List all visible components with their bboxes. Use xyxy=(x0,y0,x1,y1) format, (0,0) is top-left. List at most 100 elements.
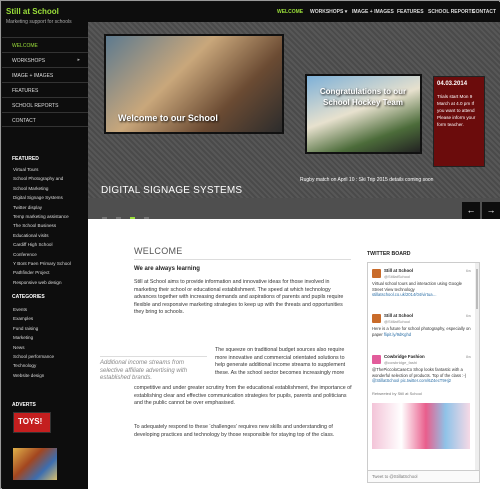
budget-paragraph-continued: competitive and under greater scrutiny f… xyxy=(134,385,352,407)
tweet-author[interactable]: Cowbridge Fashion xyxy=(384,354,425,359)
toys-advert[interactable]: TOYS! xyxy=(13,412,51,433)
featured-link[interactable]: Educational visits xyxy=(13,231,88,240)
tweet-text: Virtual school tours and interaction usi… xyxy=(372,281,474,298)
twitter-avatar-icon xyxy=(372,269,381,278)
nav-school-reports[interactable]: SCHOOL REPORTS xyxy=(428,9,475,15)
site-title[interactable]: Still at School xyxy=(6,7,59,16)
sidebar-menu: WELCOME WORKSHOPS ▸ IMAGE + IMAGES FEATUR… xyxy=(2,37,88,127)
tweet-body: @ThePiccoloCaseCo Shop looks fantastic w… xyxy=(372,367,467,378)
top-navigation: WELCOME WORKSHOPS ▾ IMAGE + IMAGES FEATU… xyxy=(88,2,500,22)
tweet-text: Here is a future for school photography,… xyxy=(372,326,474,337)
lego-advert-image[interactable] xyxy=(13,448,57,480)
featured-section: FEATURED Virtual Tours School Photograph… xyxy=(2,152,88,287)
featured-link[interactable]: Cardiff High School xyxy=(13,240,88,249)
featured-heading: FEATURED xyxy=(12,156,39,162)
category-link[interactable]: Technology xyxy=(13,361,88,370)
sidebar-item-contact[interactable]: CONTACT xyxy=(2,112,88,127)
tweet-author[interactable]: Still at School xyxy=(384,313,413,318)
sidebar-item-welcome[interactable]: WELCOME xyxy=(2,37,88,52)
slide-title: DIGITAL SIGNAGE SYSTEMS xyxy=(101,185,243,196)
tweet-time: 8w xyxy=(465,354,471,359)
welcome-heading: WELCOME xyxy=(134,246,183,256)
tweet-link[interactable]: stillatschool.co.uk/2014/04/virtua… xyxy=(372,292,437,297)
tweet-text: @ThePiccoloCaseCo Shop looks fantastic w… xyxy=(372,367,474,384)
featured-link[interactable]: School Marketing xyxy=(13,184,88,193)
categories-section: CATEGORIES Events Examples Fund raising … xyxy=(2,290,88,380)
tweet-body: Virtual school tours and interaction usi… xyxy=(372,281,463,292)
categories-links: Events Examples Fund raising Marketing N… xyxy=(2,305,88,380)
categories-heading: CATEGORIES xyxy=(12,294,45,300)
sidebar-item-images[interactable]: IMAGE + IMAGES xyxy=(2,67,88,82)
tweet-time: 6w xyxy=(465,313,471,318)
chevron-right-icon: ▸ xyxy=(77,57,80,63)
featured-link[interactable]: Virtual Tours xyxy=(13,165,88,174)
sidebar-item-label: WELCOME xyxy=(12,43,38,49)
tweet-time: 6w xyxy=(465,268,471,273)
tweet-image[interactable] xyxy=(372,403,470,449)
twitter-board-heading: TWITTER BOARD xyxy=(367,251,411,257)
nav-contact[interactable]: CONTACT xyxy=(472,9,496,15)
nav-images[interactable]: IMAGE + IMAGES xyxy=(352,9,394,15)
featured-link[interactable]: Responsive web design xyxy=(13,278,88,287)
nav-features[interactable]: FEATURES xyxy=(397,9,424,15)
sidebar-item-features[interactable]: FEATURES xyxy=(2,82,88,97)
trials-notice: 04.03.2014 Trials start Mon 9 March at 4… xyxy=(433,76,485,167)
sidebar-item-label: IMAGE + IMAGES xyxy=(12,73,54,79)
divider xyxy=(134,259,351,260)
challenges-paragraph: To adequately respond to these ‘challeng… xyxy=(134,424,335,438)
pull-quote: Additional income streams from selective… xyxy=(100,356,207,383)
featured-link[interactable]: Twitter display xyxy=(13,203,88,212)
featured-link[interactable]: Y Bont Faen Primary School xyxy=(13,259,88,268)
featured-link[interactable]: Pathfinder Project xyxy=(13,268,88,277)
notice-date: 04.03.2014 xyxy=(437,81,468,87)
category-link[interactable]: Events xyxy=(13,305,88,314)
image-slider: Welcome to our School Congratulations to… xyxy=(88,22,500,219)
intro-paragraph: Still at School aims to provide informat… xyxy=(134,279,344,316)
hockey-banner-text: Congratulations to our School Hockey Tea… xyxy=(319,87,407,107)
retweet-label: Retweeted by Still at School xyxy=(372,391,422,396)
sidebar-item-label: SCHOOL REPORTS xyxy=(12,103,59,109)
sidebar-item-workshops[interactable]: WORKSHOPS ▸ xyxy=(2,52,88,67)
category-link[interactable]: Examples xyxy=(13,314,88,323)
category-link[interactable]: Marketing xyxy=(13,333,88,342)
adverts-heading: ADVERTS xyxy=(12,402,36,408)
featured-link[interactable]: School Photography and xyxy=(13,174,88,183)
toys-advert-label: TOYS! xyxy=(18,417,43,426)
notice-body: Trials start Mon 9 March at 4.0 pm If yo… xyxy=(437,94,476,127)
twitter-feed[interactable]: Still at School @StillatSchool 6w Virtua… xyxy=(367,262,480,483)
tweet-input[interactable]: Tweet to @StillatSchool xyxy=(368,470,479,482)
learning-subheading: We are always learning xyxy=(134,266,200,272)
tweet-link[interactable]: flipit.ly/9dKghd xyxy=(384,332,411,337)
slider-pagination xyxy=(102,209,158,219)
category-link[interactable]: School performance xyxy=(13,352,88,361)
page-frame: Still at School Marketing support for sc… xyxy=(0,0,500,489)
featured-link[interactable]: Digital Signage Systems xyxy=(13,193,88,202)
category-link[interactable]: Website design xyxy=(13,371,88,380)
tweet-handle[interactable]: @StillatSchool xyxy=(384,319,410,324)
welcome-banner-text: Welcome to our School xyxy=(118,113,218,123)
main-content: WELCOME We are always learning Still at … xyxy=(88,219,500,489)
featured-link[interactable]: The School Business xyxy=(13,221,88,230)
featured-links: Virtual Tours School Photography and Sch… xyxy=(2,165,88,287)
tweet-author[interactable]: Still at School xyxy=(384,268,413,273)
sidebar-item-label: FEATURES xyxy=(12,88,39,94)
slider-prev-button[interactable]: ← xyxy=(462,202,480,219)
nav-workshops[interactable]: WORKSHOPS ▾ xyxy=(310,9,347,15)
category-link[interactable]: News xyxy=(13,343,88,352)
category-link[interactable]: Fund raising xyxy=(13,324,88,333)
featured-link[interactable]: Temp marketing assistance xyxy=(13,212,88,221)
twitter-scrollbar[interactable] xyxy=(475,263,479,471)
tweet-link[interactable]: @StillatSchool pic.twitter.com/6Z4ecT9Hj… xyxy=(372,378,451,383)
site-tagline: Marketing support for schools xyxy=(6,19,72,25)
sidebar-item-label: WORKSHOPS xyxy=(12,58,46,64)
sidebar-item-label: CONTACT xyxy=(12,118,36,124)
tweet-handle[interactable]: @cowbridge_fashi xyxy=(384,360,417,365)
featured-link[interactable]: Conference xyxy=(13,250,88,259)
scrollbar-thumb[interactable] xyxy=(476,269,478,309)
nav-welcome[interactable]: WELCOME xyxy=(277,9,303,15)
slider-next-button[interactable]: → xyxy=(482,202,500,219)
slider-caption: Rugby match on April 10 : Ski Trip 2015 … xyxy=(300,177,434,183)
twitter-avatar-icon xyxy=(372,314,381,323)
tweet-handle[interactable]: @StillatSchool xyxy=(384,274,410,279)
sidebar-item-school-reports[interactable]: SCHOOL REPORTS xyxy=(2,97,88,112)
